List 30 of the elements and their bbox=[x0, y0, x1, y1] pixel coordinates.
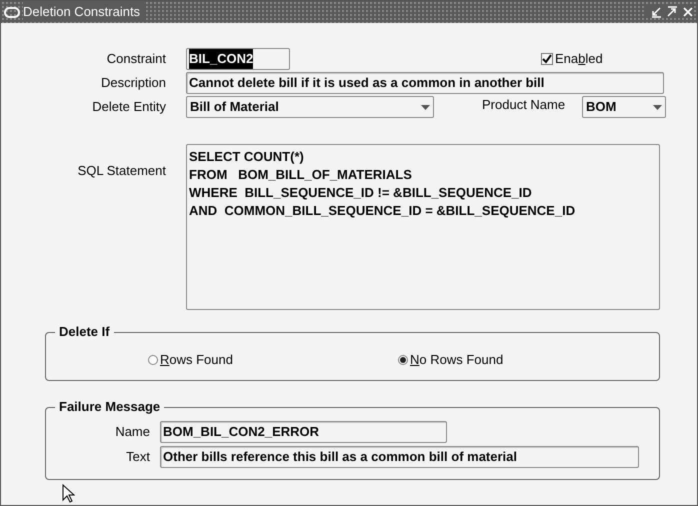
minimize-icon[interactable] bbox=[650, 6, 662, 18]
field-label: SQL Statement bbox=[76, 162, 167, 180]
field-label: Description bbox=[100, 74, 167, 92]
field-label: Constraint bbox=[106, 50, 167, 68]
enabled-checkbox[interactable] bbox=[541, 53, 553, 65]
sql-text-area[interactable]: SELECT COUNT(*) FROM BOM_BILL_OF_MATERIALS WHERE BILL_SEQUENCE_ID != &BILL_SEQUENCE_ID AND COMMON_BILL_SEQUENCE_ID = &BILL_SEQUENCE_ID bbox=[186, 144, 660, 310]
product-name-select[interactable]: BOM bbox=[582, 96, 666, 118]
checkmark-icon bbox=[542, 54, 552, 64]
maximize-icon[interactable] bbox=[666, 6, 678, 18]
delete-entity-select[interactable]: Bill of Material bbox=[186, 96, 434, 118]
window-title: Deletion Constraints bbox=[23, 2, 146, 22]
oval-logo-icon bbox=[4, 6, 20, 18]
text-field[interactable]: Other bills reference this bill as a common bill of material bbox=[160, 446, 639, 468]
checkbox-label: Enabled bbox=[555, 50, 603, 68]
mouse-pointer-icon bbox=[62, 484, 75, 503]
name-field[interactable]: BOM_BIL_CON2_ERROR bbox=[160, 421, 447, 443]
radio-button[interactable] bbox=[148, 354, 158, 364]
radio-button[interactable] bbox=[398, 354, 408, 364]
field-label: Delete Entity bbox=[91, 98, 167, 116]
close-icon[interactable] bbox=[682, 6, 694, 18]
radio-label: Rows Found bbox=[160, 350, 233, 369]
field-label: Name bbox=[114, 423, 151, 442]
dropdown-caret-icon bbox=[421, 104, 430, 110]
field-label: Text bbox=[125, 448, 151, 466]
radio-label: No Rows Found bbox=[410, 350, 504, 369]
constraint-field[interactable]: BIL_CON2 bbox=[186, 48, 290, 70]
group-title: Failure Message bbox=[55, 399, 164, 415]
description-field[interactable]: Cannot delete bill if it is used as a common in another bill bbox=[186, 72, 664, 94]
dropdown-caret-icon bbox=[653, 104, 662, 110]
field-label: Product Name bbox=[482, 96, 566, 114]
